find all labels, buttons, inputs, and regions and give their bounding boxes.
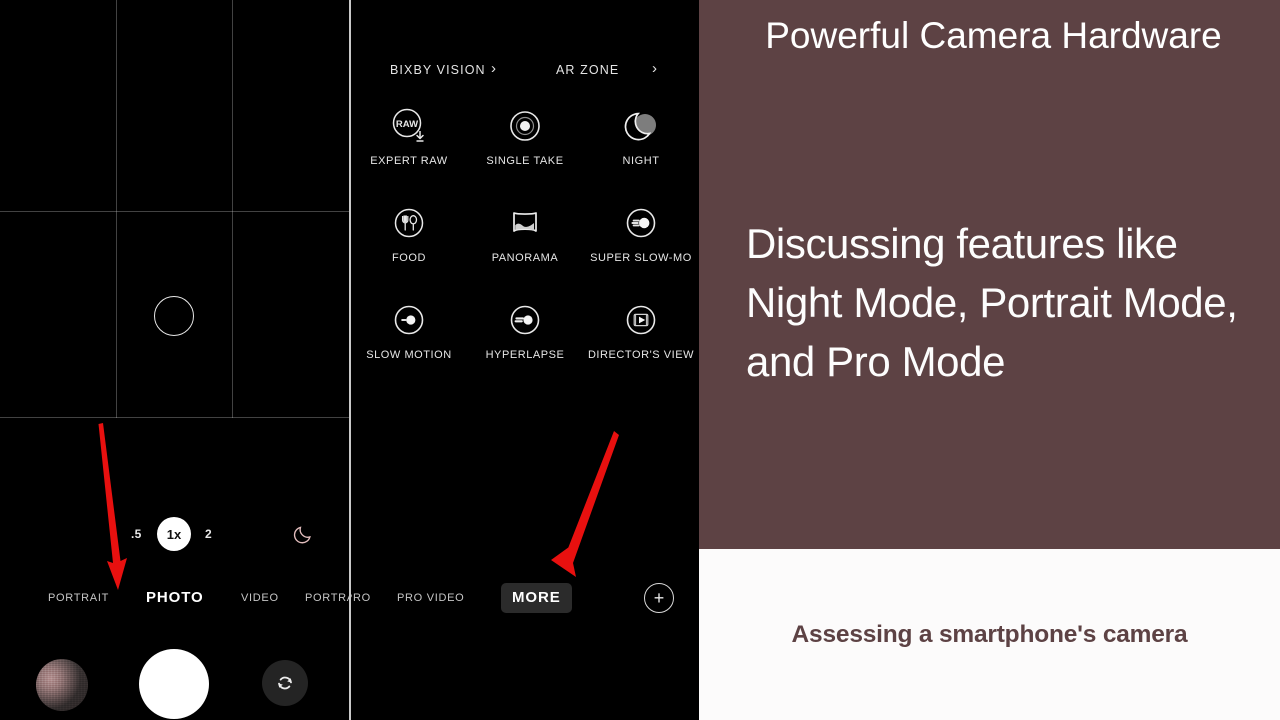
panel-title: Powerful Camera Hardware bbox=[765, 15, 1222, 56]
mode-label: PANORAMA bbox=[491, 252, 559, 264]
mode-label: SLOW MOTION bbox=[366, 349, 452, 361]
super-slow-mo-icon bbox=[621, 200, 661, 246]
mode-label: HYPERLAPSE bbox=[485, 349, 565, 361]
mode-portrait[interactable]: PORTRAIT bbox=[48, 578, 109, 618]
grid-line-horizontal-1 bbox=[0, 211, 350, 212]
moon-icon bbox=[290, 521, 316, 547]
mode-label: EXPERT RAW bbox=[370, 155, 448, 167]
slow-motion-icon bbox=[389, 297, 429, 343]
info-panel: Powerful Camera Hardware Discussing feat… bbox=[699, 0, 1280, 549]
mode-cell-expert-raw[interactable]: RAW EXPERT RAW bbox=[351, 103, 467, 200]
camera-mode-strip-left: PORTRAIT PHOTO VIDEO PORTRA bbox=[0, 578, 350, 618]
add-mode-button[interactable]: + bbox=[644, 583, 674, 613]
flip-camera-icon[interactable] bbox=[262, 660, 308, 706]
mode-video[interactable]: VIDEO bbox=[241, 578, 279, 618]
link-ar-zone[interactable]: AR ZONE bbox=[556, 56, 619, 84]
single-take-icon bbox=[505, 103, 545, 149]
more-modes-grid: RAW EXPERT RAW SINGLE TAKE NIGHT FOOD PA… bbox=[351, 103, 699, 394]
mode-cell-night[interactable]: NIGHT bbox=[583, 103, 699, 200]
caption-text: Assessing a smartphone's camera bbox=[791, 620, 1188, 648]
mode-more[interactable]: MORE bbox=[501, 583, 572, 613]
svg-text:RAW: RAW bbox=[396, 119, 418, 130]
mode-cell-single-take[interactable]: SINGLE TAKE bbox=[467, 103, 583, 200]
mode-photo[interactable]: PHOTO bbox=[146, 578, 204, 618]
mode-label: SUPER SLOW-MO bbox=[590, 252, 692, 264]
mode-cell-food[interactable]: FOOD bbox=[351, 200, 467, 297]
mode-grid-row: RAW EXPERT RAW SINGLE TAKE NIGHT bbox=[351, 103, 699, 200]
zoom-ultrawide-button[interactable]: .5 bbox=[131, 527, 142, 541]
grid-line-vertical-1 bbox=[116, 0, 117, 418]
grid-line-horizontal-2 bbox=[0, 417, 350, 418]
grid-line-vertical-2 bbox=[232, 0, 233, 418]
mode-portrait-truncated[interactable]: PORTRA bbox=[305, 578, 350, 618]
mode-label: FOOD bbox=[392, 252, 426, 264]
camera-more-modes-screen: BIXBY VISION › AR ZONE › RAW EXPERT RAW … bbox=[351, 0, 699, 720]
gallery-thumbnail[interactable] bbox=[36, 659, 88, 711]
hyperlapse-icon bbox=[505, 297, 545, 343]
link-bixby-vision[interactable]: BIXBY VISION bbox=[390, 56, 486, 84]
caption-bar: Assessing a smartphone's camera bbox=[699, 549, 1280, 720]
mode-grid-row: SLOW MOTION HYPERLAPSE DIRECTOR'S VIEW bbox=[351, 297, 699, 394]
mode-pro-video[interactable]: PRO VIDEO bbox=[397, 578, 464, 618]
mode-cell-slow-motion[interactable]: SLOW MOTION bbox=[351, 297, 467, 394]
raw-download-icon: RAW bbox=[387, 103, 431, 149]
mode-cell-panorama[interactable]: PANORAMA bbox=[467, 200, 583, 297]
mode-cell-hyperlapse[interactable]: HYPERLAPSE bbox=[467, 297, 583, 394]
zoom-control-row: .5 1x 2 bbox=[0, 515, 350, 553]
chevron-right-icon-arzone[interactable]: › bbox=[652, 56, 657, 84]
thumbnail-texture bbox=[36, 659, 88, 711]
fork-spoon-icon bbox=[389, 200, 429, 246]
camera-viewfinder-screen: .5 1x 2 PORTRAIT PHOTO VIDEO PORTRA bbox=[0, 0, 350, 720]
mode-grid-row: FOOD PANORAMA SUPER SLOW-MO bbox=[351, 200, 699, 297]
mode-label: NIGHT bbox=[622, 155, 660, 167]
moon-icon bbox=[621, 103, 661, 149]
screen-divider bbox=[349, 0, 351, 720]
mode-label: DIRECTOR'S VIEW bbox=[587, 349, 695, 361]
directors-view-icon bbox=[621, 297, 661, 343]
chevron-right-icon-bixby[interactable]: › bbox=[491, 56, 496, 84]
panorama-icon bbox=[505, 200, 545, 246]
mode-label: SINGLE TAKE bbox=[486, 155, 564, 167]
shutter-button[interactable] bbox=[139, 649, 209, 719]
focus-ring-indicator[interactable] bbox=[154, 296, 194, 336]
panel-body-text: Discussing features like Night Mode, Por… bbox=[746, 220, 1238, 385]
slide-root: .5 1x 2 PORTRAIT PHOTO VIDEO PORTRA BIXB… bbox=[0, 0, 1280, 720]
top-link-row: BIXBY VISION › AR ZONE › bbox=[351, 56, 699, 84]
mode-cell-super-slow-mo[interactable]: SUPER SLOW-MO bbox=[583, 200, 699, 297]
zoom-1x-button[interactable]: 1x bbox=[157, 517, 191, 551]
mode-pro[interactable]: PRO bbox=[351, 578, 371, 618]
zoom-2x-button[interactable]: 2 bbox=[205, 527, 212, 541]
mode-cell-directors-view[interactable]: DIRECTOR'S VIEW bbox=[583, 297, 699, 394]
